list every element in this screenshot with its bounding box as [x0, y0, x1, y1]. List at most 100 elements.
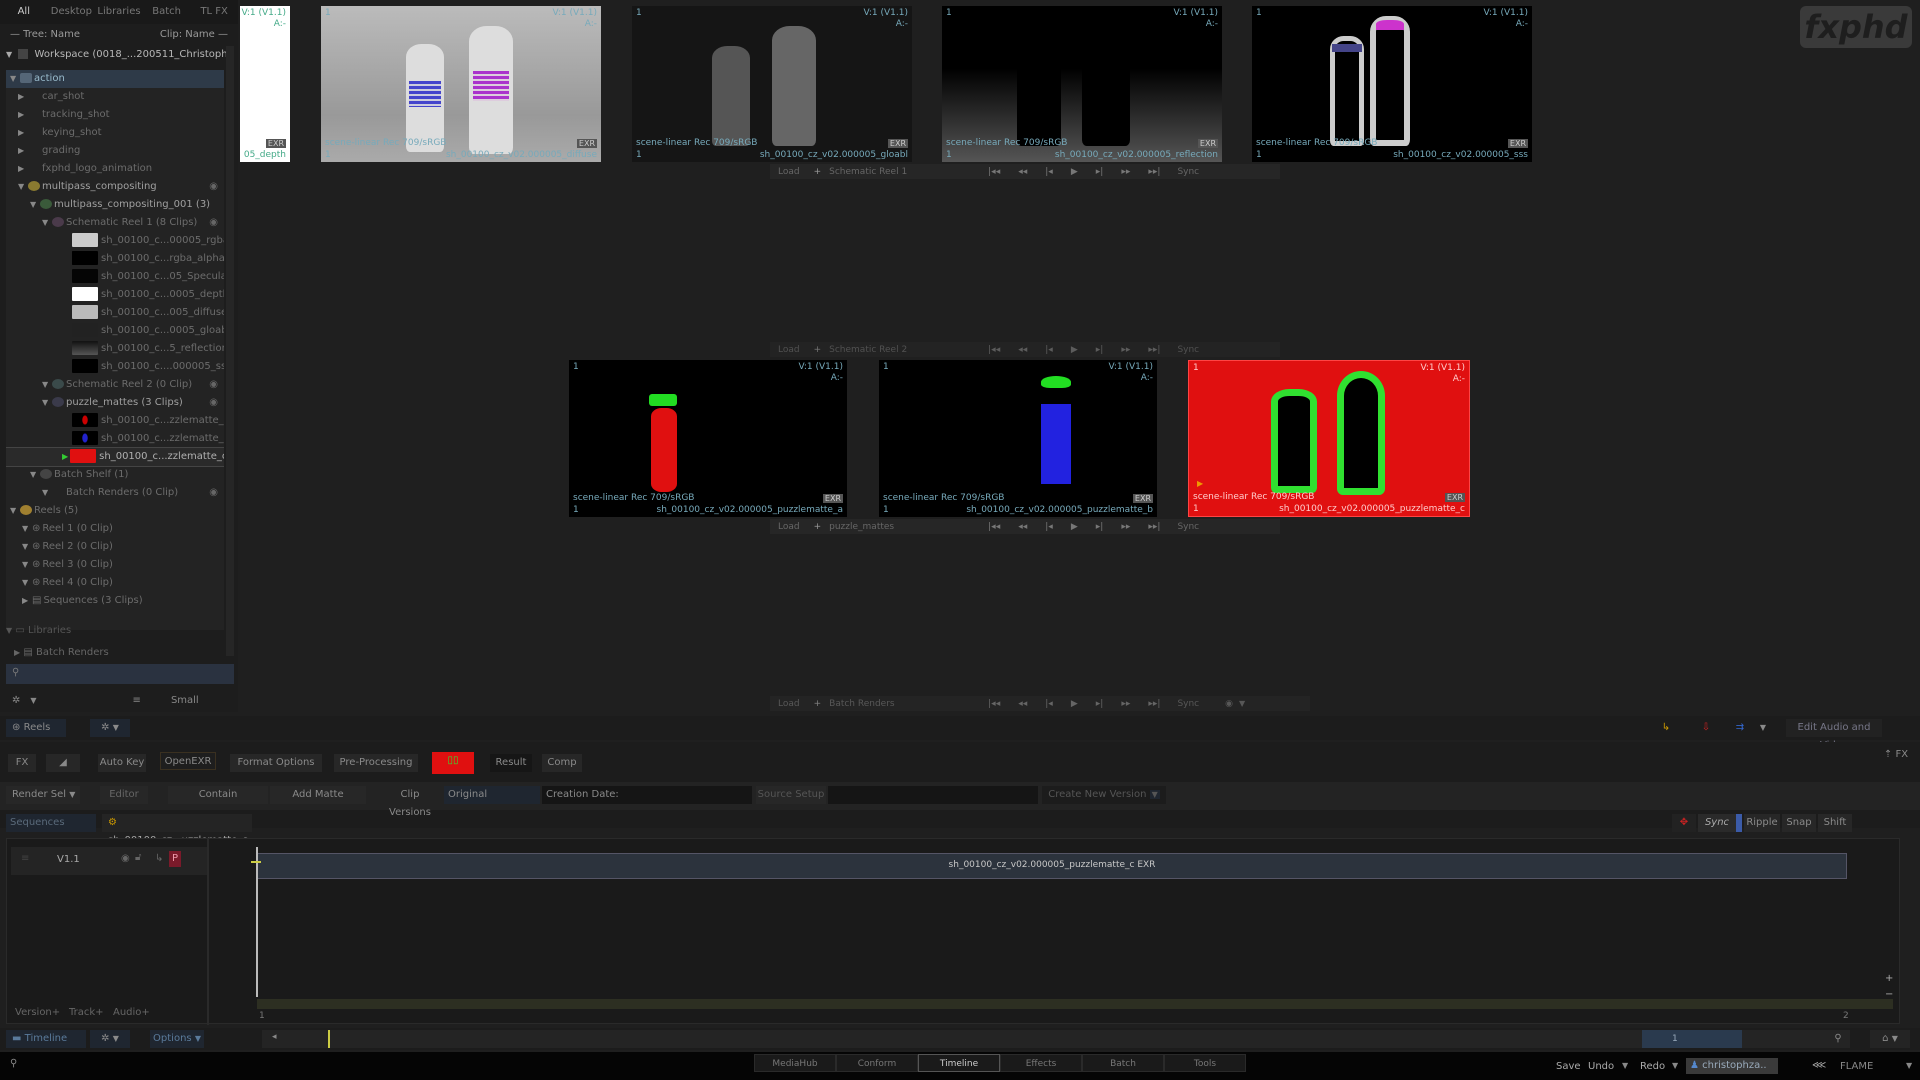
collapsed-icon[interactable]: ▶ — [18, 160, 28, 178]
expand-icon[interactable]: ▼ — [6, 626, 12, 635]
contain-button[interactable]: Contain — [168, 786, 268, 804]
step-forward-icon[interactable]: ▸| — [1096, 345, 1104, 355]
create-new-version-button[interactable]: Create New Version ▼ — [1042, 786, 1166, 804]
zoom-out-icon[interactable]: − — [1885, 989, 1893, 1000]
tree-item[interactable]: ▼ multipass_compositing ◉ — [6, 178, 224, 196]
expand-icon[interactable]: ▼ — [18, 178, 28, 196]
rewind-icon[interactable]: ◂◂ — [1018, 699, 1027, 709]
add-icon[interactable]: + — [814, 167, 822, 177]
expand-icon[interactable]: ▼ — [6, 50, 12, 59]
tree-sort-label[interactable]: — Tree: Name — [10, 24, 80, 46]
source-setup-field[interactable] — [828, 786, 1038, 804]
snap-toggle[interactable]: Snap — [1782, 814, 1816, 832]
sequences-tab[interactable]: Sequences — [6, 814, 96, 832]
clip-sort-label[interactable]: Clip: Name — — [160, 24, 228, 46]
tree-item[interactable]: ▼ Schematic Reel 2 (0 Clip) ◉ — [6, 376, 224, 394]
fx-button[interactable]: FX — [8, 754, 36, 772]
sync-button[interactable]: Sync — [1177, 699, 1199, 709]
format-options-node[interactable]: Format Options — [230, 754, 322, 772]
reel-name[interactable]: puzzle_mattes — [829, 522, 979, 532]
collapsed-icon[interactable]: ▶ — [18, 142, 28, 160]
openexr-node[interactable]: OpenEXR — [160, 752, 216, 770]
clip-versions-select[interactable]: Original — [444, 786, 540, 804]
tab-tl-fx[interactable]: TL FX — [190, 0, 238, 24]
primary-track-badge[interactable]: P — [169, 851, 181, 867]
clip-item[interactable]: sh_00100_c...00005_rgba — [6, 232, 224, 250]
tree-item-libraries[interactable]: ▼ ▭ Libraries — [6, 622, 224, 640]
clip-item[interactable]: sh_00100_c...0005_depth — [6, 286, 224, 304]
clip-item[interactable]: sh_00100_c...05_Specular — [6, 268, 224, 286]
tree-item[interactable]: ▶ fxphd_logo_animation — [6, 160, 224, 178]
visibility-eye-icon[interactable]: ◉ — [209, 376, 218, 394]
play-icon[interactable]: ▶ — [1071, 167, 1078, 177]
render-sel-dropdown[interactable]: Render Sel ▼ — [6, 786, 80, 804]
tree-item[interactable]: ▶ car_shot — [6, 88, 224, 106]
fast-forward-icon[interactable]: ▸▸ — [1121, 699, 1130, 709]
user-profile-dropdown[interactable]: ♟ christophza.. — [1686, 1058, 1778, 1074]
step-back-icon[interactable]: |◂ — [1045, 167, 1053, 177]
chevron-down-icon[interactable]: ▼ — [30, 696, 36, 705]
save-button[interactable]: Save — [1556, 1061, 1581, 1072]
expand-icon[interactable]: ▼ — [42, 214, 52, 232]
sync-button[interactable]: Sync — [1177, 345, 1199, 355]
play-icon[interactable]: ▶ — [1071, 345, 1078, 355]
redo-history-icon[interactable]: ▼ — [1672, 1061, 1678, 1070]
nav-tab-effects[interactable]: Effects — [1000, 1054, 1082, 1072]
go-to-end-icon[interactable]: ▸▸| — [1148, 345, 1160, 355]
tree-item[interactable]: ▼ puzzle_mattes (3 Clips) ◉ — [6, 394, 224, 412]
reels-view-button[interactable]: ⊛ Reels — [6, 719, 66, 737]
visibility-eye-icon[interactable]: ◉ — [209, 394, 218, 412]
source-setup-button[interactable]: Source Setup — [756, 786, 826, 804]
step-back-icon[interactable]: |◂ — [1045, 699, 1053, 709]
rewind-icon[interactable]: ◂◂ — [1018, 522, 1027, 532]
search-icon[interactable]: ⚲ — [1826, 1030, 1850, 1048]
fast-forward-icon[interactable]: ▸▸ — [1121, 167, 1130, 177]
curve-view-icon[interactable]: ◢ — [46, 754, 80, 772]
go-to-end-icon[interactable]: ▸▸| — [1148, 699, 1160, 709]
collapsed-icon[interactable]: ▶ — [14, 648, 20, 657]
tree-item[interactable]: ▼ Reels (5) — [6, 502, 224, 520]
nav-tab-conform[interactable]: Conform — [836, 1054, 918, 1072]
clip-item[interactable]: sh_00100_c....000005_sss — [6, 358, 224, 376]
workspace-row[interactable]: ▼ Workspace (0018_...200511_Christoph) — [6, 46, 234, 64]
load-button[interactable]: Load — [778, 522, 800, 532]
expand-icon[interactable]: ▼ — [10, 70, 20, 88]
tab-libraries[interactable]: Libraries — [95, 0, 143, 24]
expand-icon[interactable]: ▼ — [22, 520, 32, 538]
viewer-diffuse[interactable]: 1 V:1 (V1.1) A:- scene-linear Rec 709/sRG… — [321, 6, 601, 162]
expand-icon[interactable]: ▼ — [42, 376, 52, 394]
step-forward-icon[interactable]: ▸| — [1096, 522, 1104, 532]
shift-toggle[interactable]: Shift — [1818, 814, 1852, 832]
tree-item[interactable]: ▼ ⊛ Reel 4 (0 Clip) — [6, 574, 224, 592]
go-to-end-icon[interactable]: ▸▸| — [1148, 522, 1160, 532]
expand-icon[interactable]: ▼ — [30, 466, 40, 484]
go-to-end-icon[interactable]: ▸▸| — [1148, 167, 1160, 177]
collapsed-icon[interactable]: ▶ — [22, 592, 32, 610]
add-icon[interactable]: + — [814, 699, 822, 709]
visibility-icon[interactable]: ◉ — [121, 853, 130, 864]
reel-name[interactable]: Batch Renders — [829, 699, 979, 709]
step-back-icon[interactable]: |◂ — [1045, 345, 1053, 355]
fast-forward-icon[interactable]: ▸▸ — [1121, 522, 1130, 532]
replace-edit-icon[interactable]: ⇉ — [1728, 719, 1752, 737]
expand-icon[interactable]: ▼ — [22, 556, 32, 574]
sequence-clip-tab[interactable]: ⚙ sh_00100_cz...uzzlematte_c — [102, 814, 252, 846]
patch-icon[interactable]: ↳ — [155, 853, 163, 864]
library-search-input[interactable]: ⚲ — [6, 664, 234, 684]
tree-item[interactable]: ▼ Batch Renders (0 Clip) ◉ — [6, 484, 224, 502]
viewer-puzzlematte-c[interactable]: 1 V:1 (V1.1) A:- ▶ scene-linear Rec 709/s… — [1188, 360, 1470, 517]
expand-icon[interactable]: ▼ — [42, 484, 52, 502]
list-view-icon[interactable]: ≡ — [133, 695, 141, 706]
tree-item[interactable]: ▶ tracking_shot — [6, 106, 224, 124]
timeline-view-button[interactable]: ▬ Timeline — [6, 1030, 86, 1048]
fx-collapse-button[interactable]: ⇡ FX — [1880, 746, 1912, 764]
editor-button[interactable]: Editor — [100, 786, 148, 804]
tree-item-action[interactable]: ▼ action — [6, 70, 224, 88]
step-back-icon[interactable]: |◂ — [1045, 522, 1053, 532]
clip-item[interactable]: sh_00100_c...005_diffuse — [6, 304, 224, 322]
fast-forward-icon[interactable]: ▸▸ — [1121, 345, 1130, 355]
options-dropdown[interactable]: Options ▼ — [150, 1030, 204, 1048]
load-button[interactable]: Load — [778, 699, 800, 709]
positioner[interactable] — [256, 847, 258, 997]
comp-node[interactable]: Comp — [542, 754, 582, 772]
